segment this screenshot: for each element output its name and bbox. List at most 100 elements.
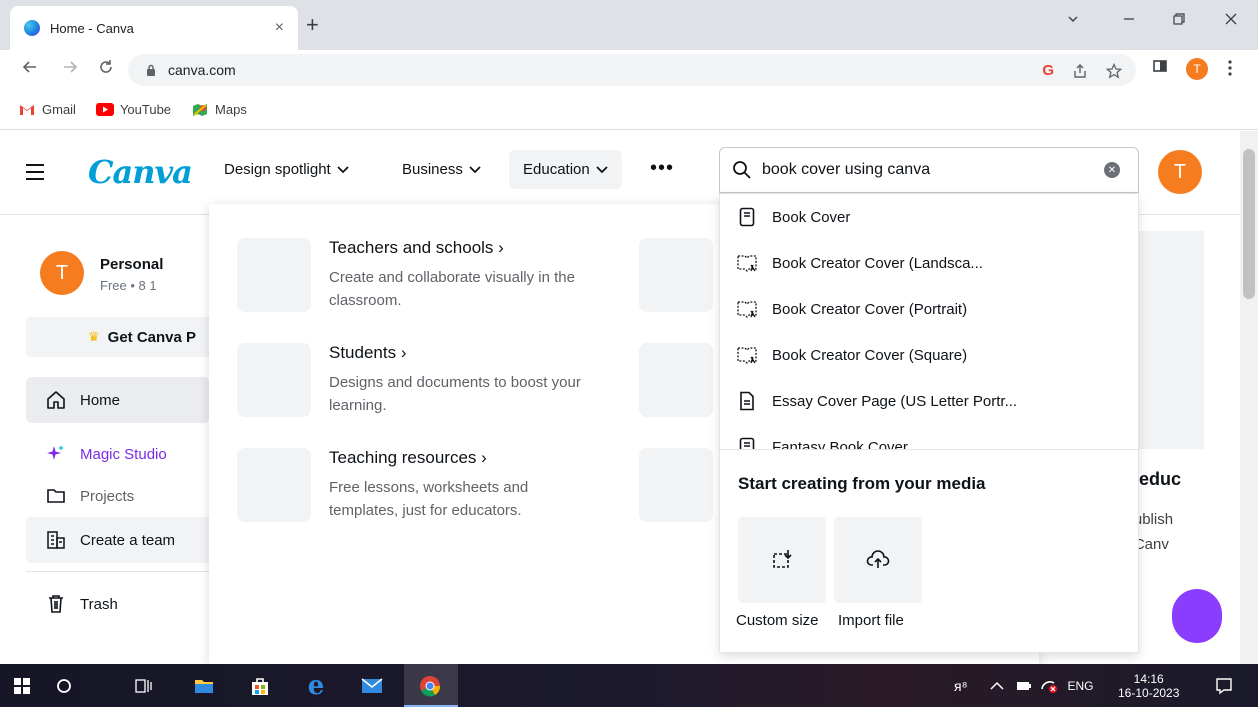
- trash-icon: [49, 595, 63, 613]
- file-explorer-icon[interactable]: [192, 674, 216, 698]
- clock[interactable]: 14:16 16-10-2023: [1118, 664, 1179, 707]
- nav-label: Business: [402, 161, 463, 178]
- suggestion-item[interactable]: Book Creator Cover (Landsca...: [720, 240, 1138, 286]
- kebab-menu-icon[interactable]: [1228, 60, 1232, 76]
- book-creator-icon: [736, 298, 758, 320]
- network-off-icon[interactable]: [1040, 679, 1058, 693]
- edu-item-title: Teachers and schools ›: [329, 238, 504, 257]
- hamburger-menu-icon[interactable]: [26, 164, 44, 185]
- search-bar[interactable]: ✕: [719, 147, 1139, 193]
- folder-icon: [47, 489, 65, 503]
- edu-thumbnail: [639, 238, 713, 312]
- back-icon[interactable]: [22, 59, 38, 75]
- import-file-button[interactable]: [834, 517, 922, 603]
- edu-menu-item[interactable]: Teaching resources › Free lessons, works…: [237, 448, 599, 522]
- sidebar-item-projects[interactable]: Projects: [26, 481, 210, 505]
- custom-size-button[interactable]: [738, 517, 826, 603]
- suggestion-item[interactable]: Book Creator Cover (Square): [720, 332, 1138, 378]
- system-tray: ᴙ⁸ ENG: [954, 664, 1094, 707]
- sidebar-item-label: Create a team: [80, 531, 176, 549]
- sidebar: T Personal Free • 8 1 ♛ Get Canva P Home…: [0, 215, 216, 664]
- search-icon: [733, 161, 751, 179]
- language-indicator[interactable]: ENG: [1068, 679, 1094, 693]
- book-icon: [736, 206, 758, 228]
- edu-menu-item[interactable]: Students › Designs and documents to boos…: [237, 343, 599, 417]
- address-bar[interactable]: canva.com G: [128, 54, 1136, 86]
- edu-item-desc: Free lessons, worksheets and templates, …: [329, 479, 529, 519]
- help-fab-button[interactable]: [1172, 589, 1222, 643]
- lock-icon: [147, 64, 155, 76]
- suggestion-list: Book Cover Book Creator Cover (Landsca..…: [720, 194, 1138, 450]
- create-team-button[interactable]: Create a team: [26, 517, 210, 563]
- suggestion-item[interactable]: Book Cover: [720, 194, 1138, 240]
- sidebar-item-label: Home: [80, 391, 121, 409]
- chevron-up-icon[interactable]: [989, 681, 1004, 691]
- notification-icon[interactable]: [1212, 674, 1236, 698]
- bookmarks-bar: Gmail YouTube Maps: [0, 90, 1258, 130]
- windows-taskbar: e ᴙ⁸ ENG 14:16 16-10-2023: [0, 664, 1258, 707]
- nav-design-spotlight[interactable]: Design spotlight: [224, 161, 349, 178]
- profile-button[interactable]: T: [1186, 58, 1208, 80]
- browser-tab[interactable]: Home - Canva ×: [10, 6, 298, 50]
- suggestion-label: Book Creator Cover (Landsca...: [772, 254, 983, 272]
- sidebar-item-magic-studio[interactable]: Magic Studio: [26, 431, 210, 477]
- google-translate-icon[interactable]: G: [1042, 62, 1054, 79]
- sidebar-item-trash[interactable]: Trash: [26, 581, 210, 627]
- search-suggestions: Book Cover Book Creator Cover (Landsca..…: [719, 193, 1139, 653]
- browser-tab-strip: Home - Canva × +: [0, 0, 1258, 50]
- home-icon: [47, 391, 65, 409]
- get-canva-pro-button[interactable]: ♛ Get Canva P: [26, 317, 216, 357]
- bookmark-gmail[interactable]: Gmail: [18, 102, 76, 117]
- import-file-label: Import file: [838, 612, 904, 629]
- side-panel-icon[interactable]: [1152, 58, 1168, 74]
- sidebar-item-home[interactable]: Home: [26, 377, 210, 423]
- chevron-down-icon: [469, 165, 481, 173]
- book-creator-icon: [736, 344, 758, 366]
- battery-icon[interactable]: [1016, 681, 1032, 691]
- search-circle-icon[interactable]: [52, 674, 76, 698]
- mail-icon[interactable]: [360, 674, 384, 698]
- team-building-icon: [47, 531, 65, 549]
- clock-time: 14:16: [1133, 671, 1164, 686]
- tab-search-icon[interactable]: [1066, 12, 1080, 26]
- bookmark-star-icon[interactable]: [1106, 62, 1122, 79]
- canva-logo[interactable]: Canva: [88, 153, 193, 191]
- restore-button[interactable]: [1172, 12, 1186, 26]
- nav-education[interactable]: Education: [509, 150, 622, 189]
- forward-icon[interactable]: [62, 59, 78, 75]
- edu-item-desc: Designs and documents to boost your lear…: [329, 374, 581, 414]
- browser-toolbar: canva.com G T: [0, 50, 1258, 90]
- suggestion-item[interactable]: Fantasy Book Cover: [720, 424, 1138, 449]
- close-window-button[interactable]: [1224, 12, 1238, 26]
- account-avatar[interactable]: T: [1158, 150, 1202, 194]
- share-icon[interactable]: [1072, 63, 1088, 79]
- edu-item-title: Students ›: [329, 343, 407, 362]
- document-icon: [736, 390, 758, 412]
- crown-icon: ♛: [88, 329, 100, 344]
- suggestion-label: Book Cover: [772, 208, 851, 226]
- account-switcher[interactable]: T Personal Free • 8 1: [40, 251, 163, 295]
- people-icon[interactable]: ᴙ⁸: [954, 678, 968, 694]
- suggestion-item[interactable]: Essay Cover Page (US Letter Portr...: [720, 378, 1138, 424]
- minimize-button[interactable]: [1122, 12, 1136, 26]
- tab-close-button[interactable]: ×: [275, 19, 284, 37]
- reload-icon[interactable]: [98, 59, 114, 75]
- bookmark-youtube[interactable]: YouTube: [95, 102, 171, 117]
- edu-menu-item[interactable]: Teachers and schools › Create and collab…: [237, 238, 599, 312]
- avatar: T: [40, 251, 84, 295]
- search-input[interactable]: [762, 161, 1092, 179]
- suggestion-item[interactable]: Book Creator Cover (Portrait): [720, 286, 1138, 332]
- page-scrollbar[interactable]: [1240, 131, 1258, 664]
- clear-search-button[interactable]: ✕: [1104, 162, 1120, 178]
- windows-start-icon[interactable]: [10, 674, 34, 698]
- scrollbar-thumb[interactable]: [1243, 149, 1255, 299]
- edge-icon[interactable]: e: [304, 671, 328, 701]
- youtube-icon: [95, 103, 114, 117]
- store-icon[interactable]: [248, 674, 272, 698]
- canva-favicon-icon: [24, 20, 40, 36]
- more-nav-button[interactable]: •••: [650, 157, 674, 180]
- new-tab-button[interactable]: +: [306, 14, 319, 36]
- task-view-icon[interactable]: [132, 674, 156, 698]
- bookmark-maps[interactable]: Maps: [191, 102, 247, 117]
- nav-business[interactable]: Business: [402, 161, 481, 178]
